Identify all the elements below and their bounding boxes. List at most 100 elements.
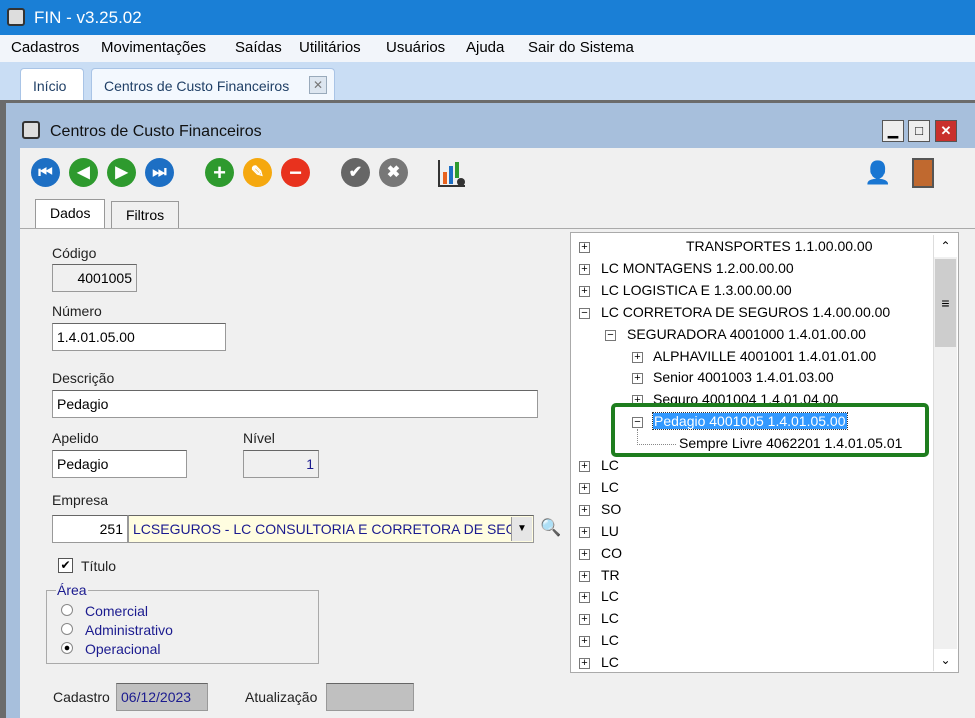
tree-item-label: SEGURADORA 4001000 1.4.01.00.00 (627, 325, 866, 342)
app-title: FIN - v3.25.02 (34, 8, 142, 27)
menu-ajuda[interactable]: Ajuda (466, 39, 504, 56)
apelido-field[interactable]: Pedagio (52, 450, 187, 478)
expand-icon[interactable]: + (632, 373, 643, 385)
expand-icon[interactable]: + (579, 285, 590, 297)
tree-item-label: LC (601, 478, 619, 495)
tree-item-label: LC MONTAGENS 1.2.00.00.00 (601, 259, 794, 276)
atualizacao-field (326, 683, 414, 711)
expand-icon[interactable]: + (579, 242, 590, 253)
first-record-button[interactable]: ⏮ (31, 158, 60, 187)
delete-button[interactable]: − (281, 158, 310, 187)
expand-icon[interactable]: + (579, 614, 590, 626)
window-title: Centros de Custo Financeiros (50, 123, 262, 140)
apelido-label: Apelido (52, 430, 99, 446)
expand-icon[interactable]: + (579, 461, 590, 472)
tree-item[interactable]: LC (601, 588, 619, 608)
tree-item[interactable]: SEGURADORA 4001000 1.4.01.00.00 (627, 326, 866, 346)
tab-label: Dados (50, 205, 91, 221)
user-permissions-icon[interactable]: 👤 (864, 160, 891, 186)
expand-icon[interactable]: + (632, 351, 643, 363)
empresa-codigo-field[interactable]: 251 (52, 515, 128, 543)
close-tab-icon[interactable]: ✕ (309, 76, 327, 94)
tree-item[interactable]: LC (601, 479, 619, 499)
scroll-thumb[interactable]: ≡ (935, 259, 956, 347)
tab-centros-de-custo[interactable]: Centros de Custo Financeiros ✕ (91, 68, 335, 100)
tree-item-label: LC CORRETORA DE SEGUROS 1.4.00.00.00 (601, 303, 891, 320)
expand-icon[interactable]: + (579, 482, 590, 494)
radio-operacional[interactable] (61, 642, 73, 654)
tree-scrollbar[interactable]: ⌃ ≡ ⌄ (933, 235, 957, 671)
previous-record-button[interactable]: ◀ (69, 158, 98, 187)
maximize-button[interactable]: □ (908, 120, 930, 142)
tree-item-label: LC (601, 654, 619, 671)
tree-item[interactable]: SO (601, 501, 621, 521)
titulo-checkbox[interactable]: ✔ (58, 558, 73, 573)
tab-filtros[interactable]: Filtros (111, 201, 180, 229)
codigo-field: 4001005 (52, 264, 137, 292)
menu-utilitarios[interactable]: Utilitários (299, 39, 361, 56)
tree-item[interactable]: TR (601, 567, 620, 587)
tree-item[interactable]: CO (601, 545, 622, 565)
tree-item[interactable]: LC (601, 632, 619, 652)
expand-icon[interactable]: + (579, 263, 590, 275)
collapse-icon[interactable]: − (579, 307, 590, 319)
tab-divider (20, 228, 975, 229)
menu-sair[interactable]: Sair do Sistema (528, 39, 634, 56)
tree-item[interactable]: LC (601, 610, 619, 630)
report-chart-icon[interactable] (437, 158, 467, 188)
close-window-button[interactable]: ✕ (935, 120, 957, 142)
expand-icon[interactable]: + (579, 636, 590, 648)
tab-label: Início (33, 78, 67, 94)
tree-item[interactable]: LU (601, 523, 619, 543)
titulo-label: Título (81, 558, 117, 574)
tree-item[interactable]: LC (601, 654, 619, 672)
menu-movimentacoes[interactable]: Movimentações (101, 39, 206, 56)
expand-icon[interactable]: + (579, 526, 590, 538)
tab-inicio[interactable]: Início (20, 68, 84, 100)
tree-item-label: TR (601, 566, 620, 583)
menu-usuarios[interactable]: Usuários (386, 39, 445, 56)
expand-icon[interactable]: + (579, 548, 590, 560)
expand-icon[interactable]: + (579, 592, 590, 604)
expand-icon[interactable]: + (579, 658, 590, 670)
tree-item[interactable]: LC (601, 457, 619, 477)
tree-item[interactable]: LC LOGISTICA E 1.3.00.00.00 (601, 282, 792, 302)
area-label: Área (56, 582, 88, 598)
expand-icon[interactable]: + (579, 504, 590, 516)
cadastro-label: Cadastro (53, 689, 110, 705)
scroll-up-button[interactable]: ⌃ (934, 235, 957, 257)
menu-saidas[interactable]: Saídas (235, 39, 282, 56)
radio-administrativo[interactable] (61, 623, 73, 635)
collapse-icon[interactable]: − (605, 329, 616, 341)
empresa-select[interactable]: LCSEGUROS - LC CONSULTORIA E CORRETORA D… (128, 515, 534, 543)
descricao-field[interactable]: Pedagio (52, 390, 538, 418)
tree-item-label: LC (601, 610, 619, 627)
app-tab-strip: Início Centros de Custo Financeiros ✕ (0, 62, 975, 100)
search-icon[interactable]: 🔍 (540, 518, 561, 538)
confirm-button[interactable]: ✔ (341, 158, 370, 187)
radio-comercial[interactable] (61, 604, 73, 616)
highlight-box (611, 403, 929, 457)
minimize-button[interactable]: ▁ (882, 120, 904, 142)
scroll-down-button[interactable]: ⌄ (934, 649, 957, 671)
app-titlebar: FIN - v3.25.02 (0, 0, 975, 35)
tree-item[interactable]: LC MONTAGENS 1.2.00.00.00 (601, 260, 794, 280)
menu-bar: Cadastros Movimentações Saídas Utilitári… (0, 35, 975, 62)
tree-item[interactable]: ALPHAVILLE 4001001 1.4.01.01.00 (653, 348, 876, 368)
add-button[interactable]: + (205, 158, 234, 187)
descricao-label: Descrição (52, 370, 115, 386)
next-record-button[interactable]: ▶ (107, 158, 136, 187)
last-record-button[interactable]: ⏭ (145, 158, 174, 187)
numero-field[interactable]: 1.4.01.05.00 (52, 323, 226, 351)
tab-dados[interactable]: Dados (35, 199, 106, 229)
cancel-button[interactable]: ✖ (379, 158, 408, 187)
expand-icon[interactable]: + (579, 570, 590, 582)
tree-item[interactable]: TRANSPORTES 1.1.00.00.00 (686, 238, 873, 258)
menu-cadastros[interactable]: Cadastros (11, 39, 79, 56)
edit-button[interactable]: ✎ (243, 158, 272, 187)
tree-item[interactable]: Senior 4001003 1.4.01.03.00 (653, 369, 834, 389)
chevron-down-icon[interactable]: ▼ (511, 517, 532, 541)
exit-door-icon[interactable] (912, 158, 934, 188)
nivel-field: 1 (243, 450, 319, 478)
tree-item[interactable]: LC CORRETORA DE SEGUROS 1.4.00.00.00 (601, 304, 890, 324)
